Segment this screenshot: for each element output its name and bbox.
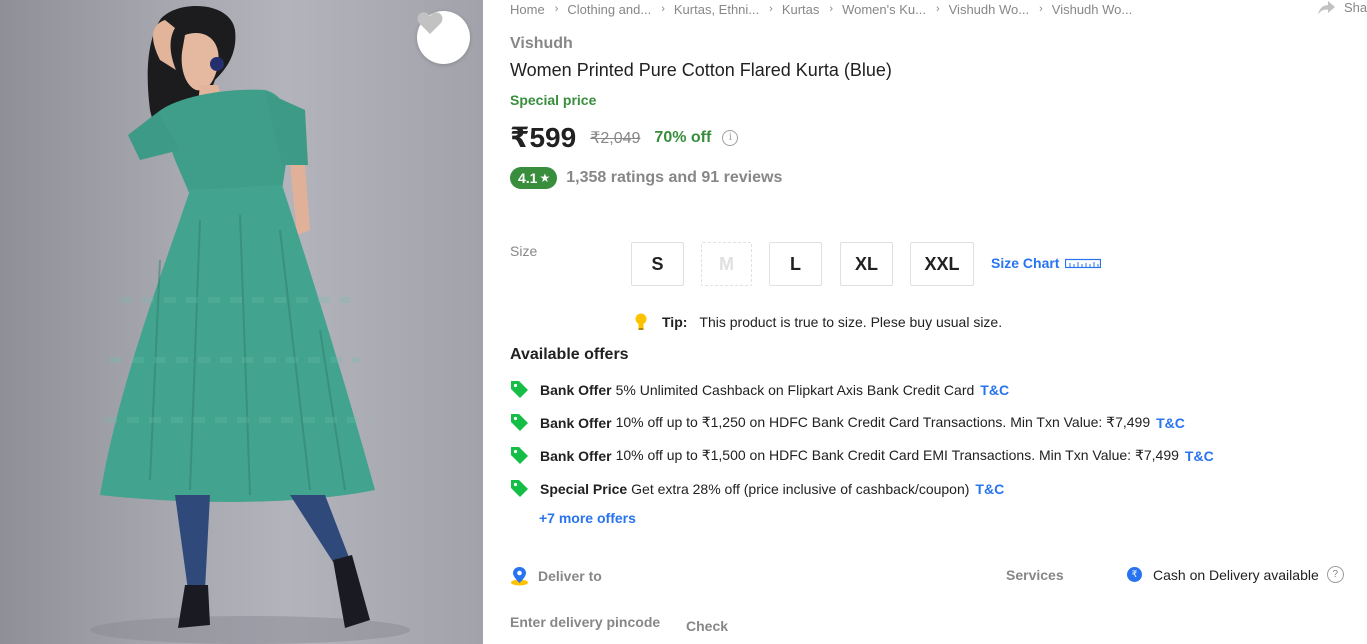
bulb-icon — [635, 313, 647, 330]
offer-terms-link[interactable]: T&C — [975, 481, 1004, 497]
selling-price: ₹599 — [510, 122, 577, 153]
offer-terms-link[interactable]: T&C — [1185, 448, 1214, 464]
share-label: Sha — [1344, 0, 1367, 15]
tag-icon — [511, 447, 528, 464]
offers-heading: Available offers — [510, 346, 629, 363]
size-option-m: M — [701, 242, 752, 286]
rating-row: 4.1 ★ 1,358 ratings and 91 reviews — [510, 167, 782, 189]
rupee-icon: ₹ — [1127, 567, 1142, 582]
offer-terms-link[interactable]: T&C — [980, 382, 1009, 398]
location-pin-icon — [511, 567, 528, 586]
breadcrumb: Home › Clothing and... › Kurtas, Ethni... ›… — [510, 1, 1132, 17]
product-image[interactable] — [0, 0, 483, 644]
star-icon: ★ — [539, 171, 551, 185]
breadcrumb-item[interactable]: Kurtas — [782, 2, 820, 17]
breadcrumb-item[interactable]: Home — [510, 2, 545, 17]
tag-icon — [511, 381, 528, 398]
size-chart-link[interactable]: Size Chart — [991, 255, 1102, 271]
special-price-label: Special price — [510, 92, 597, 108]
brand-name: Vishudh — [510, 35, 573, 52]
share-button[interactable]: Sha — [1318, 0, 1367, 15]
offer-item: Bank Offer 10% off up to ₹1,250 on HDFC … — [510, 413, 1185, 432]
model-illustration — [90, 6, 410, 644]
product-page: Home › Clothing and... › Kurtas, Ethni... ›… — [0, 0, 1367, 644]
breadcrumb-item[interactable]: Women's Ku... — [842, 2, 926, 17]
check-pincode-button[interactable]: Check — [686, 618, 728, 634]
chevron-right-icon: › — [769, 3, 773, 15]
rating-value: 4.1 — [518, 170, 538, 186]
share-icon — [1318, 0, 1335, 15]
tag-icon — [511, 480, 528, 497]
discount-percent: 70% off — [654, 128, 712, 146]
price-row: ₹599 ₹2,049 70% off i — [510, 121, 739, 154]
product-title: Women Printed Pure Cotton Flared Kurta (… — [510, 60, 892, 80]
size-label: Size — [510, 243, 538, 259]
tip-text: This product is true to size. Plese buy … — [699, 314, 1003, 330]
info-icon[interactable]: i — [722, 129, 739, 146]
more-offers-link[interactable]: +7 more offers — [539, 510, 636, 526]
size-option-xl[interactable]: XL — [840, 242, 893, 286]
original-price: ₹2,049 — [590, 129, 641, 147]
wishlist-button[interactable] — [417, 11, 470, 64]
breadcrumb-item[interactable]: Clothing and... — [567, 2, 651, 17]
size-tip: Tip: This product is true to size. Plese… — [634, 313, 1002, 331]
ratings-reviews-count[interactable]: 1,358 ratings and 91 reviews — [566, 169, 782, 187]
breadcrumb-item[interactable]: Vishudh Wo... — [949, 2, 1029, 17]
size-option-l[interactable]: L — [769, 242, 822, 286]
pincode-input[interactable] — [510, 614, 680, 630]
offer-text: 10% off up to ₹1,250 on HDFC Bank Credit… — [615, 414, 1151, 430]
size-option-xxl[interactable]: XXL — [910, 242, 974, 286]
deliver-to: Deliver to — [510, 566, 602, 586]
offer-type: Bank Offer — [540, 381, 612, 398]
offer-terms-link[interactable]: T&C — [1156, 415, 1185, 431]
rating-badge: 4.1 ★ — [510, 167, 558, 189]
help-icon[interactable]: ? — [1326, 566, 1344, 583]
offer-item: Special Price Get extra 28% off (price i… — [510, 479, 1004, 498]
chevron-right-icon: › — [829, 3, 834, 15]
offer-text: 10% off up to ₹1,500 on HDFC Bank Credit… — [615, 447, 1179, 463]
offer-type: Special Price — [540, 480, 628, 497]
offer-item: Bank Offer 10% off up to ₹1,500 on HDFC … — [510, 446, 1214, 465]
cod-text: Cash on Delivery available — [1153, 566, 1319, 583]
services-label: Services — [1006, 567, 1064, 583]
offer-text: 5% Unlimited Cashback on Flipkart Axis B… — [615, 381, 975, 398]
size-option-s[interactable]: S — [631, 242, 684, 286]
offer-type: Bank Offer — [540, 414, 612, 431]
cod-service: ₹ Cash on Delivery available ? — [1127, 566, 1344, 583]
offer-text: Get extra 28% off (price inclusive of ca… — [631, 480, 970, 497]
chevron-right-icon: › — [554, 3, 559, 15]
tag-icon — [511, 414, 528, 431]
deliver-to-label: Deliver to — [538, 568, 602, 584]
chevron-right-icon: › — [1039, 3, 1043, 15]
heart-icon — [417, 12, 443, 34]
offer-item: Bank Offer 5% Unlimited Cashback on Flip… — [510, 380, 1009, 399]
breadcrumb-item[interactable]: Vishudh Wo... — [1052, 2, 1132, 17]
breadcrumb-item[interactable]: Kurtas, Ethni... — [674, 2, 759, 17]
chevron-right-icon: › — [935, 3, 940, 15]
ruler-icon — [1065, 258, 1102, 269]
chevron-right-icon: › — [661, 3, 665, 15]
offer-type: Bank Offer — [540, 447, 612, 464]
size-chart-label: Size Chart — [991, 255, 1060, 271]
tip-label: Tip: — [662, 314, 688, 330]
